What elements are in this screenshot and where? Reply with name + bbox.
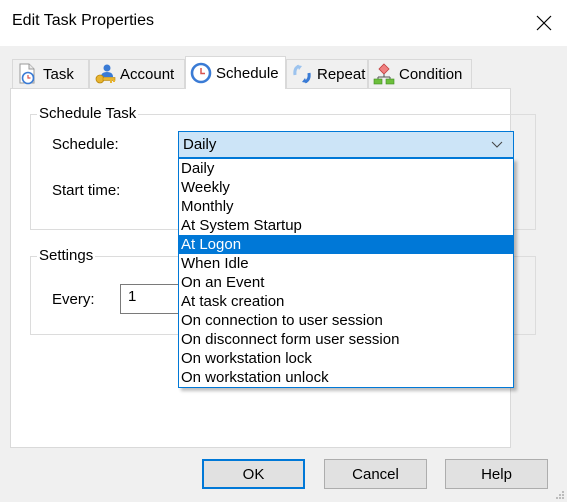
start-time-label: Start time: — [52, 182, 121, 199]
schedule-label: Schedule: — [52, 136, 119, 153]
dropdown-option[interactable]: Daily — [179, 159, 513, 178]
repeat-arrows-icon — [293, 64, 311, 84]
dropdown-option[interactable]: On workstation lock — [179, 349, 513, 368]
every-input-value: 1 — [128, 288, 137, 305]
dropdown-option[interactable]: Weekly — [179, 178, 513, 197]
tab-account-label: Account — [120, 65, 175, 83]
task-document-clock-icon — [19, 63, 35, 85]
dropdown-option[interactable]: When Idle — [179, 254, 513, 273]
cancel-button[interactable]: Cancel — [324, 459, 427, 489]
window-title: Edit Task Properties — [12, 12, 154, 29]
dropdown-option[interactable]: At System Startup — [179, 216, 513, 235]
title-bar: Edit Task Properties — [0, 0, 567, 46]
every-label: Every: — [52, 291, 95, 308]
every-input[interactable]: 1 — [120, 284, 180, 314]
dropdown-option[interactable]: On workstation unlock — [179, 368, 513, 387]
close-button[interactable] — [521, 0, 567, 46]
tab-task[interactable]: Task — [12, 59, 89, 88]
schedule-select[interactable]: Daily — [178, 131, 514, 158]
help-button[interactable]: Help — [445, 459, 548, 489]
tab-schedule[interactable]: Schedule — [185, 56, 286, 89]
account-user-key-icon — [95, 64, 116, 84]
dropdown-option[interactable]: On an Event — [179, 273, 513, 292]
condition-flowchart-icon — [373, 63, 395, 85]
settings-group-title: Settings — [37, 247, 96, 264]
tab-condition[interactable]: Condition — [368, 59, 472, 88]
dropdown-option[interactable]: Monthly — [179, 197, 513, 216]
chevron-down-icon — [491, 141, 503, 148]
tab-repeat-label: Repeat — [317, 65, 366, 83]
dropdown-option[interactable]: On disconnect form user session — [179, 330, 513, 349]
dropdown-option-highlighted[interactable]: At Logon — [179, 235, 513, 254]
dropdown-option[interactable]: At task creation — [179, 292, 513, 311]
schedule-select-value: Daily — [183, 136, 217, 153]
tab-repeat[interactable]: Repeat — [286, 59, 368, 88]
tab-account[interactable]: Account — [89, 59, 185, 88]
resize-grip-icon[interactable] — [555, 490, 565, 500]
dropdown-option[interactable]: On connection to user session — [179, 311, 513, 330]
tab-condition-label: Condition — [399, 65, 463, 83]
clock-icon — [190, 62, 212, 84]
schedule-task-group-title: Schedule Task — [37, 105, 139, 122]
tab-schedule-label: Schedule — [216, 64, 279, 82]
close-icon — [536, 15, 552, 31]
tab-task-label: Task — [43, 65, 74, 83]
schedule-dropdown-list: Daily Weekly Monthly At System Startup A… — [178, 158, 514, 388]
ok-button[interactable]: OK — [202, 459, 305, 489]
